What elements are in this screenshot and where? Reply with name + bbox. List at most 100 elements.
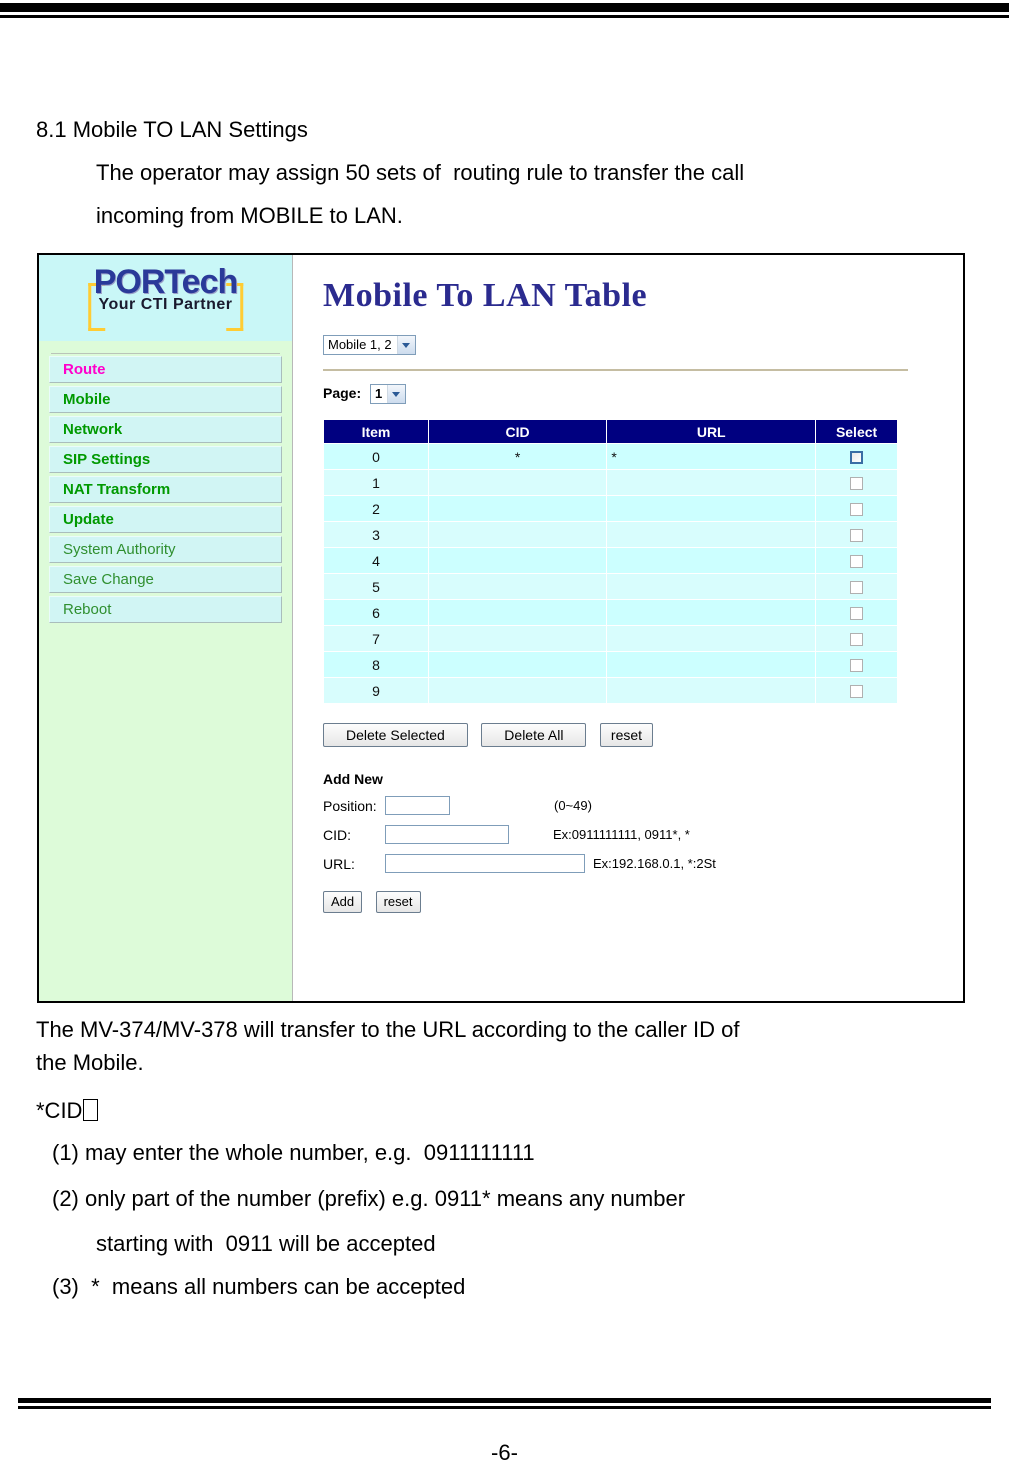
cell-cid: * [427,443,608,470]
section-title: 8.1 Mobile TO LAN Settings [36,117,308,142]
url-label: URL: [323,855,355,872]
cell-item: 3 [323,521,429,548]
section-divider [323,369,908,371]
add-new-heading: Add New [323,771,383,787]
table-row: 6 [323,599,898,626]
add-button[interactable]: Add [323,891,363,913]
page-title: Mobile To LAN Table [323,277,648,314]
missing-glyph-box [83,1099,99,1121]
cell-select [815,599,898,626]
sidebar-item-save-change[interactable]: Save Change [49,566,282,593]
cid-hint: Ex:0911111111, 0911*, * [553,827,690,842]
sidebar-item-route[interactable]: Route [49,356,282,383]
sidebar-item-reboot[interactable]: Reboot [49,596,282,623]
sidebar-item-system-authority[interactable]: System Authority [49,536,282,563]
cell-url [606,495,817,522]
reset-add-button[interactable]: reset [375,891,421,913]
cell-cid [427,625,608,652]
description-line2: the Mobile. [36,1050,144,1075]
page-select[interactable]: 1 [370,384,407,404]
table-row: 8 [323,651,898,678]
cid-input[interactable] [385,825,509,844]
page-select-value: 1 [375,386,383,401]
column-header-cid: CID [427,419,608,444]
sidebar-item-sip-settings[interactable]: SIP Settings [49,446,282,473]
cell-select [815,573,898,600]
delete-selected-button[interactable]: Delete Selected [323,723,468,747]
row-select-checkbox[interactable] [850,503,864,517]
position-label: Position: [323,797,377,814]
cell-cid [427,547,608,574]
row-select-checkbox[interactable] [850,477,864,491]
table-row: 4 [323,547,898,574]
cell-item: 5 [323,573,429,600]
delete-all-button[interactable]: Delete All [481,723,587,747]
url-input[interactable] [385,854,585,873]
page-label: Page: [323,384,362,401]
cell-select [815,651,898,678]
cell-cid [427,495,608,522]
url-hint: Ex:192.168.0.1, *:2St [593,856,716,871]
sidebar-item-nat-transform[interactable]: NAT Transform [49,476,282,503]
row-select-checkbox[interactable] [850,555,864,569]
cell-select [815,677,898,704]
brand-tagline: Your CTI Partner [98,296,233,313]
position-input[interactable] [385,796,450,815]
page-header-rule-thin [0,15,1009,18]
cell-select [815,495,898,522]
row-select-checkbox[interactable] [850,607,864,621]
cell-cid [427,521,608,548]
cell-select [815,547,898,574]
table-row: 3 [323,521,898,548]
mobile-group-select[interactable]: Mobile 1, 2 [323,335,416,355]
brand-logo-text: PORTech [93,263,239,301]
row-select-checkbox[interactable] [850,685,864,699]
nav-divider [51,353,280,354]
sidebar-item-mobile[interactable]: Mobile [49,386,282,413]
mobile-to-lan-table: Item CID URL Select 0 * * 1 2 3 4 5 6 7 … [323,419,898,704]
logo-panel: PORTech Your CTI Partner [39,255,292,341]
cell-select [815,625,898,652]
page-number: -6- [491,1440,518,1465]
embedded-screenshot: PORTech Your CTI Partner Route Mobile Ne… [37,253,965,1003]
cid-heading-text: *CID [36,1098,83,1123]
table-row: 7 [323,625,898,652]
url-field-row: URL: Ex:192.168.0.1, *:2St [323,854,963,873]
cell-url [606,677,817,704]
cid-note-1: (1) may enter the whole number, e.g. 091… [52,1140,535,1165]
cell-item: 1 [323,469,429,496]
position-hint: (0~49) [554,798,592,813]
table-action-buttons: Delete Selected Delete All reset [323,723,963,747]
cell-url [606,573,817,600]
cid-label: CID: [323,826,351,843]
row-select-checkbox[interactable] [850,581,864,595]
page-footer-rule-thick [18,1398,991,1403]
cell-cid [427,599,608,626]
cell-url [606,547,817,574]
cell-item: 6 [323,599,429,626]
reset-table-button[interactable]: reset [599,723,654,747]
row-select-checkbox[interactable] [850,633,864,647]
cell-select [815,469,898,496]
sidebar-nav: Route Mobile Network SIP Settings NAT Tr… [39,341,292,623]
description-line1: The MV-374/MV-378 will transfer to the U… [36,1017,740,1042]
cell-cid [427,677,608,704]
cell-url [606,469,817,496]
table-header-row: Item CID URL Select [323,419,898,444]
cell-cid [427,573,608,600]
column-header-item: Item [323,419,429,444]
cid-field-row: CID: Ex:0911111111, 0911*, * [323,825,963,844]
row-select-checkbox[interactable] [850,529,864,543]
cell-url: * [606,443,817,470]
table-row: 1 [323,469,898,496]
sidebar-item-network[interactable]: Network [49,416,282,443]
row-select-checkbox[interactable] [850,451,864,465]
table-row: 5 [323,573,898,600]
chevron-down-icon [396,336,415,354]
intro-paragraph-line1: The operator may assign 50 sets of routi… [96,160,745,185]
page-selector-row: Page: 1 [323,384,963,404]
cell-url [606,521,817,548]
cell-item: 2 [323,495,429,522]
sidebar-item-update[interactable]: Update [49,506,282,533]
row-select-checkbox[interactable] [850,659,864,673]
